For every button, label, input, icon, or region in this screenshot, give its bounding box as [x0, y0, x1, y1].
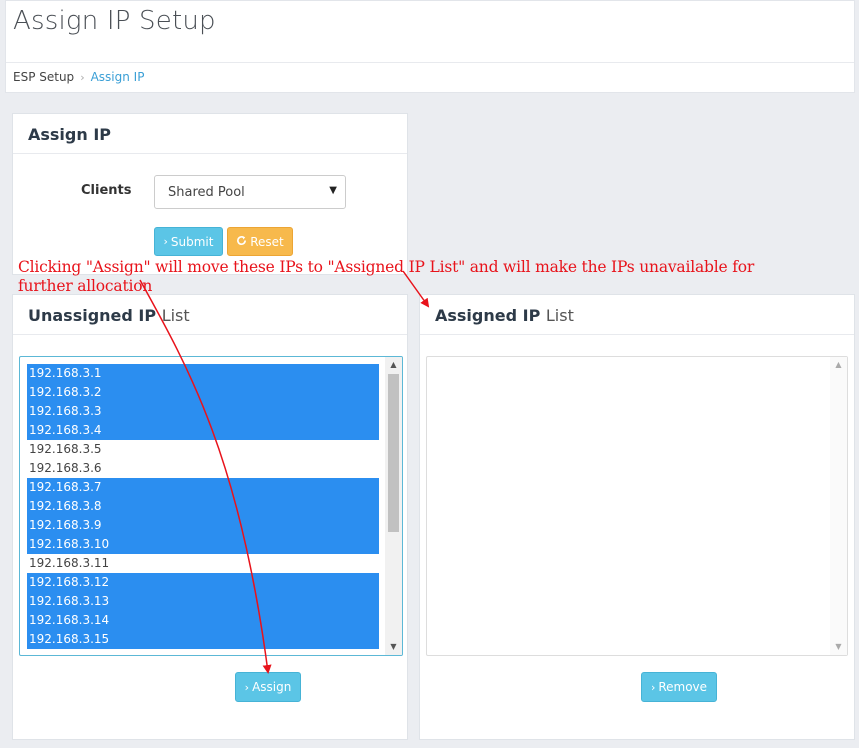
remove-button[interactable]: › Remove [641, 672, 717, 702]
clients-select[interactable]: Shared Pool ▼ [154, 175, 346, 209]
ip-list-item[interactable]: 192.168.3.15 [27, 630, 379, 649]
caret-down-icon: ▼ [329, 185, 337, 196]
assigned-ip-panel-header: Assigned IP List [420, 295, 854, 335]
ip-list-item[interactable]: 192.168.3.10 [27, 535, 379, 554]
ip-list-item[interactable]: 192.168.3.8 [27, 497, 379, 516]
chevron-right-icon: › [244, 680, 250, 694]
assigned-ip-panel-title: Assigned IP List [435, 306, 574, 325]
ip-list-item[interactable]: 192.168.3.13 [27, 592, 379, 611]
unassigned-ip-panel-title: Unassigned IP List [28, 306, 190, 325]
reset-button[interactable]: Reset [227, 227, 293, 256]
scroll-down-icon[interactable]: ▼ [385, 640, 402, 654]
assign-ip-panel-title: Assign IP [28, 125, 112, 144]
chevron-right-icon: › [163, 235, 168, 248]
ip-list-item[interactable]: 192.168.3.11 [27, 554, 379, 573]
assign-ip-panel: Assign IP Clients Shared Pool ▼ › Submit… [12, 113, 408, 275]
ip-list-item[interactable]: 192.168.3.4 [27, 421, 379, 440]
ip-list-item[interactable]: 192.168.3.6 [27, 459, 379, 478]
scroll-down-icon[interactable]: ▼ [830, 640, 847, 654]
ip-list-item[interactable]: 192.168.3.14 [27, 611, 379, 630]
breadcrumb-assign-ip[interactable]: Assign IP [91, 70, 145, 84]
assign-ip-panel-header: Assign IP [13, 114, 407, 154]
ip-list-item[interactable]: 192.168.3.3 [27, 402, 379, 421]
refresh-icon [236, 235, 247, 249]
annotation-text: Clicking "Assign" will move these IPs to… [18, 258, 755, 295]
scroll-thumb[interactable] [388, 374, 399, 532]
assign-button-label: Assign [252, 680, 292, 694]
clients-label: Clients [81, 183, 132, 198]
ip-list-item[interactable]: 192.168.3.2 [27, 383, 379, 402]
unassigned-title-bold: Unassigned IP [28, 306, 157, 325]
submit-button-label: Submit [170, 234, 214, 249]
unassigned-ip-panel: Unassigned IP List 192.168.3.1 192.168.3.… [12, 294, 408, 740]
ip-list-item[interactable]: 192.168.3.5 [27, 440, 379, 459]
scroll-up-icon[interactable]: ▲ [830, 358, 847, 372]
unassigned-list-scrollbar[interactable]: ▲ ▼ [385, 357, 402, 655]
ip-list-item[interactable]: 192.168.3.9 [27, 516, 379, 535]
submit-button[interactable]: › Submit [154, 227, 223, 256]
page-header: Assign IP Setup ESP Setup › Assign IP [5, 0, 855, 93]
ip-list-item[interactable]: 192.168.3.12 [27, 573, 379, 592]
unassigned-title-light: List [161, 306, 190, 325]
page-title: Assign IP Setup [13, 6, 216, 36]
header-divider [6, 62, 854, 63]
assigned-title-light: List [545, 306, 574, 325]
breadcrumb-separator-icon: › [80, 70, 85, 84]
assigned-list-scrollbar[interactable]: ▲ ▼ [830, 357, 847, 655]
reset-button-label: Reset [250, 234, 284, 249]
unassigned-ip-items: 192.168.3.1 192.168.3.2 192.168.3.3 192.168… [27, 364, 379, 649]
ip-list-item[interactable]: 192.168.3.7 [27, 478, 379, 497]
assign-button[interactable]: › Assign [235, 672, 301, 702]
chevron-right-icon: › [650, 680, 656, 694]
unassigned-ip-listbox[interactable]: 192.168.3.1 192.168.3.2 192.168.3.3 192.168… [19, 356, 403, 656]
remove-button-label: Remove [658, 680, 708, 694]
unassigned-ip-panel-header: Unassigned IP List [13, 295, 407, 335]
breadcrumb: ESP Setup › Assign IP [13, 70, 144, 84]
breadcrumb-esp-setup[interactable]: ESP Setup [13, 70, 74, 84]
assigned-title-bold: Assigned IP [435, 306, 541, 325]
ip-list-item[interactable]: 192.168.3.1 [27, 364, 379, 383]
scroll-up-icon[interactable]: ▲ [385, 358, 402, 372]
assigned-ip-panel: Assigned IP List ▲ ▼ › Remove [419, 294, 855, 740]
assigned-ip-listbox[interactable]: ▲ ▼ [426, 356, 848, 656]
clients-selected-value: Shared Pool [168, 184, 245, 200]
